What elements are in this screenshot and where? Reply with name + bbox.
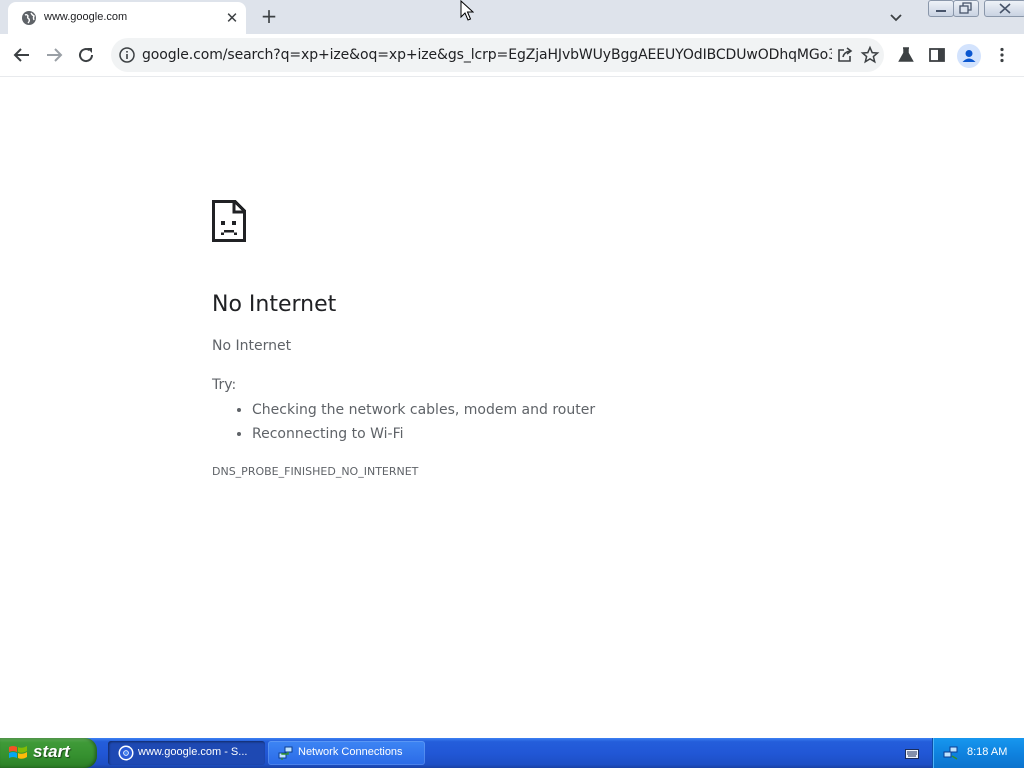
star-icon[interactable] — [860, 45, 880, 65]
sad-document-icon — [212, 200, 246, 242]
tab-google[interactable]: www.google.com ✕ — [8, 2, 246, 34]
taskbar-label-network: Network Connections — [298, 746, 403, 758]
network-icon — [278, 746, 293, 760]
globe-icon — [22, 11, 36, 25]
start-label: start — [33, 742, 70, 761]
clock[interactable]: 8:18 AM — [967, 746, 1007, 758]
restore-button[interactable] — [953, 0, 979, 17]
info-icon[interactable] — [117, 45, 137, 65]
start-button[interactable]: start — [0, 738, 97, 768]
close-window-button[interactable] — [984, 0, 1024, 17]
windows-flag-icon — [9, 746, 27, 759]
suggestion-check-cables: Checking the network cables, modem and r… — [252, 398, 595, 422]
taskbar-button-chrome[interactable]: www.google.com - S... — [108, 741, 265, 765]
tab-close-icon[interactable]: ✕ — [222, 8, 242, 28]
try-label: Try: — [212, 377, 237, 393]
address-bar[interactable]: google.com/search?q=xp+ize&oq=xp+ize&gs_… — [111, 38, 884, 72]
menu-icon[interactable] — [992, 45, 1012, 65]
taskbar: start www.google.com - S... Network Conn… — [0, 738, 1024, 768]
new-tab-button[interactable]: + — [257, 5, 281, 29]
network-status-icon[interactable] — [943, 745, 959, 761]
reload-icon[interactable] — [73, 42, 99, 68]
error-subtitle: No Internet — [212, 338, 292, 354]
profile-icon[interactable] — [957, 44, 981, 68]
url-text[interactable]: google.com/search?q=xp+ize&oq=xp+ize&gs_… — [142, 47, 832, 63]
error-title: No Internet — [212, 292, 337, 317]
browser-toolbar: google.com/search?q=xp+ize&oq=xp+ize&gs_… — [0, 34, 1024, 77]
side-panel-icon[interactable] — [927, 45, 947, 65]
keyboard-icon[interactable] — [905, 749, 919, 759]
suggestions-list: Checking the network cables, modem and r… — [212, 398, 595, 446]
forward-icon[interactable] — [41, 42, 67, 68]
labs-icon[interactable] — [896, 45, 916, 65]
tab-search-chevron-icon[interactable] — [886, 7, 906, 27]
minimize-button[interactable] — [928, 0, 954, 17]
mouse-cursor-icon — [460, 0, 474, 21]
window-controls — [928, 0, 1024, 17]
system-tray: 8:18 AM — [932, 738, 1024, 768]
taskbar-button-network[interactable]: Network Connections — [268, 741, 425, 765]
back-icon[interactable] — [9, 42, 35, 68]
error-page: No Internet No Internet Try: Checking th… — [0, 77, 1024, 738]
taskbar-label-chrome: www.google.com - S... — [138, 746, 248, 758]
share-icon[interactable] — [835, 45, 855, 65]
chrome-icon — [118, 745, 134, 761]
tab-title: www.google.com — [44, 11, 128, 23]
tab-strip: www.google.com ✕ + — [0, 0, 1024, 34]
suggestion-reconnect-wifi: Reconnecting to Wi-Fi — [252, 422, 595, 446]
error-code: DNS_PROBE_FINISHED_NO_INTERNET — [212, 465, 419, 478]
